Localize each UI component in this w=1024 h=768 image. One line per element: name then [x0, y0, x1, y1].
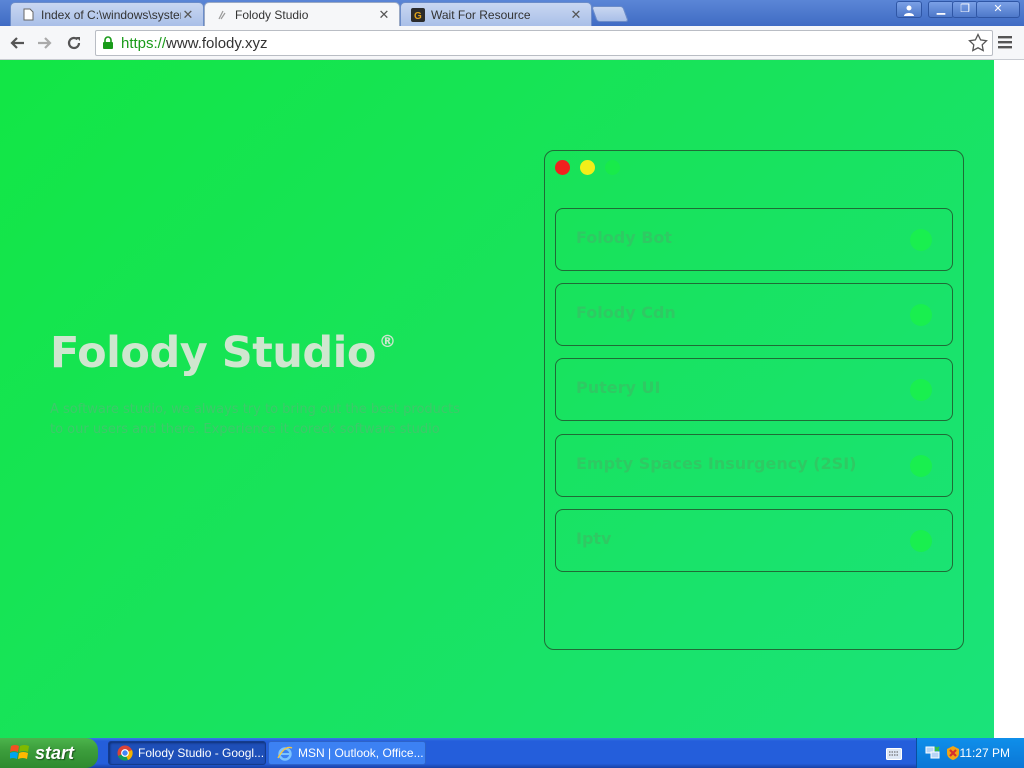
url-host: www.folody.xyz [166, 34, 268, 52]
close-icon[interactable]: ✕ [181, 7, 195, 23]
network-icon[interactable] [925, 745, 941, 761]
close-icon[interactable]: ✕ [569, 7, 583, 23]
hamburger-menu-icon [998, 36, 1012, 49]
status-dot-icon [910, 455, 932, 477]
task-label: Folody Studio - Googl... [138, 746, 265, 760]
keyboard-icon[interactable] [886, 747, 902, 760]
tab-wait-for-resource[interactable]: G Wait For Resource ✕ [400, 2, 592, 26]
product-item-folody-cdn[interactable]: Folody Cdn [555, 283, 953, 346]
page-icon [215, 8, 229, 22]
back-button[interactable] [6, 32, 28, 54]
tab-folody-studio[interactable]: Folody Studio ✕ [204, 2, 400, 26]
file-icon [21, 8, 35, 22]
registered-mark: ® [378, 332, 396, 352]
start-button[interactable]: start [0, 738, 98, 768]
taskbar-item-chrome[interactable]: Folody Studio - Googl... [108, 741, 266, 765]
new-tab-button[interactable] [591, 6, 629, 22]
menu-button[interactable] [998, 34, 1016, 52]
bookmark-star-icon[interactable] [968, 33, 988, 58]
tab-strip: Index of C:\windows\system ✕ Folody Stud… [0, 0, 1024, 26]
tab-title: Folody Studio [235, 7, 309, 22]
taskbar: start Folody Studio - Googl... MSN | Out… [0, 738, 1024, 768]
url-text: https://www.folody.xyz [121, 35, 267, 52]
taskbar-item-ie[interactable]: MSN | Outlook, Office... [268, 741, 426, 765]
forward-button[interactable] [34, 32, 56, 54]
product-item-empty-spaces[interactable]: Empty Spaces Insurgency (2SI) [555, 434, 953, 497]
lock-icon [102, 35, 116, 51]
ie-icon [277, 745, 293, 761]
browser-toolbar: https://www.folody.xyz [0, 26, 1024, 60]
product-window: Folody Bot Folody Cdn Putery UI Empty Sp… [544, 150, 964, 650]
system-tray: 11:27 PM [916, 738, 1024, 768]
tab-index-of[interactable]: Index of C:\windows\system ✕ [10, 2, 204, 26]
product-item-iptv[interactable]: Iptv [555, 509, 953, 572]
tab-title: Index of C:\windows\system [41, 7, 181, 22]
address-bar[interactable]: https://www.folody.xyz [95, 30, 993, 56]
svg-text:G: G [414, 11, 422, 22]
url-scheme: https:// [121, 34, 167, 52]
windows-logo-icon [10, 743, 30, 763]
g-logo-icon: G [411, 7, 425, 22]
chrome-icon [117, 745, 133, 761]
status-dot-icon [910, 530, 932, 552]
minimize-button[interactable]: ▁ [928, 1, 954, 18]
forward-arrow-icon [38, 37, 52, 49]
green-dot-icon [605, 160, 620, 175]
status-dot-icon [910, 304, 932, 326]
brand-name: Folody Studio [50, 328, 376, 378]
page-scrollbar-area[interactable] [994, 60, 1024, 738]
product-label: Iptv [576, 529, 612, 548]
clock[interactable]: 11:27 PM [960, 746, 1010, 760]
restore-button[interactable]: ❐ [952, 1, 978, 18]
brand-title: Folody Studio ® [50, 328, 396, 378]
tab-title: Wait For Resource [431, 7, 531, 22]
product-label: Folody Cdn [576, 303, 676, 322]
yellow-dot-icon [580, 160, 595, 175]
product-label: Empty Spaces Insurgency (2SI) [576, 454, 857, 473]
product-label: Folody Bot [576, 228, 673, 247]
reload-icon [67, 36, 81, 50]
product-item-folody-bot[interactable]: Folody Bot [555, 208, 953, 271]
close-window-button[interactable]: ✕ [976, 1, 1020, 18]
product-label: Putery UI [576, 378, 661, 397]
profile-button[interactable] [896, 1, 922, 18]
task-label: MSN | Outlook, Office... [298, 746, 424, 760]
back-arrow-icon [10, 37, 24, 49]
red-dot-icon [555, 160, 570, 175]
status-dot-icon [910, 379, 932, 401]
web-page: Folody Studio ® A software studio, we alw… [0, 60, 994, 738]
product-item-putery-ui[interactable]: Putery UI [555, 358, 953, 421]
brand-description: A software studio, we always try to brin… [50, 402, 460, 437]
close-icon[interactable]: ✕ [377, 7, 391, 23]
reload-button[interactable] [63, 32, 85, 54]
start-label: start [35, 742, 75, 763]
status-dot-icon [910, 229, 932, 251]
